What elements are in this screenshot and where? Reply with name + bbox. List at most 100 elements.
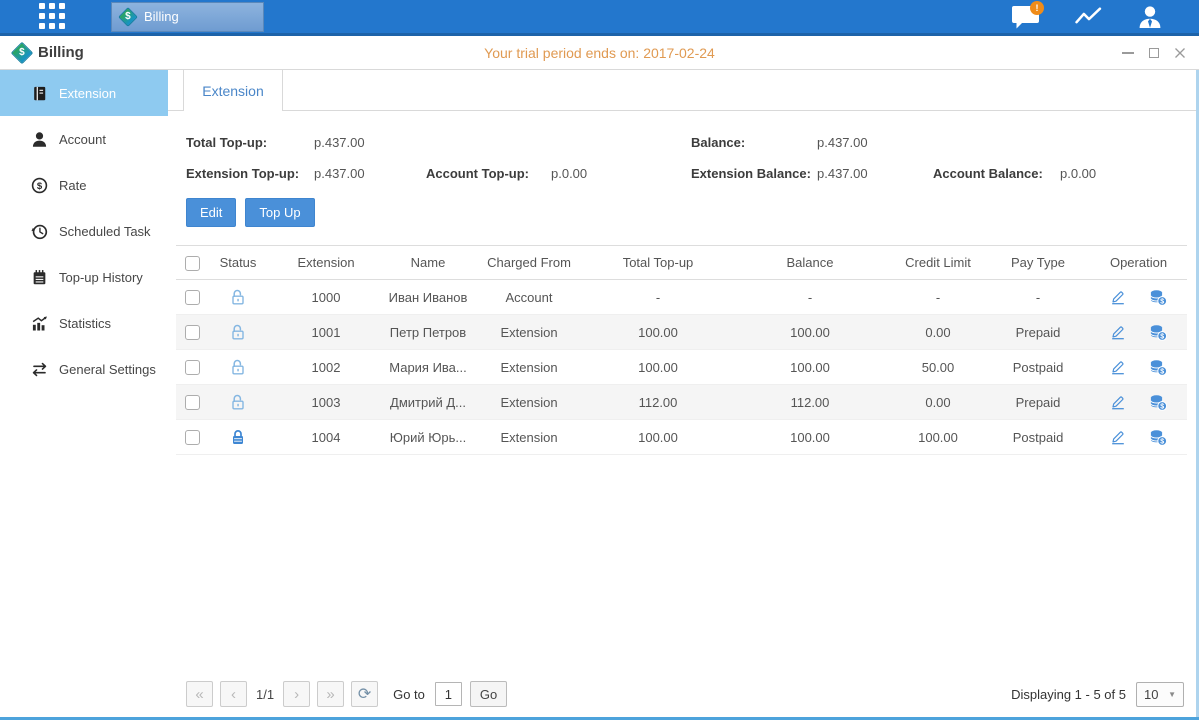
cell-pay-type: Postpaid <box>986 420 1090 455</box>
minimize-button[interactable] <box>1121 46 1135 60</box>
page-size-select[interactable]: 10 ▼ <box>1136 682 1184 707</box>
table-row: 1000 Иван Иванов Account - - - - <box>176 280 1187 315</box>
last-page-button[interactable]: » <box>317 681 344 707</box>
cell-credit-limit: - <box>890 280 986 315</box>
summary-panel: Total Top-up: p.437.00 Extension Top-up:… <box>186 127 1184 189</box>
sidebar-item-label: Extension <box>59 86 116 101</box>
toolbar: Edit Top Up <box>186 198 1184 227</box>
sidebar-item-scheduled-task[interactable]: Scheduled Task <box>0 208 168 254</box>
tab-bar: Extension <box>176 70 1184 111</box>
row-checkbox[interactable] <box>185 290 200 305</box>
cell-total-topup: - <box>586 280 730 315</box>
tab-extension[interactable]: Extension <box>183 70 283 111</box>
messages-icon[interactable]: ! <box>1010 4 1042 30</box>
edit-row-icon[interactable] <box>1110 324 1126 340</box>
edit-row-icon[interactable] <box>1110 289 1126 305</box>
table-row: 1002 Мария Ива... Extension 100.00 100.0… <box>176 350 1187 385</box>
top-up-button[interactable]: Top Up <box>245 198 314 227</box>
select-all-checkbox[interactable] <box>185 256 200 271</box>
topup-row-icon[interactable] <box>1149 289 1167 306</box>
edit-button[interactable]: Edit <box>186 198 236 227</box>
row-checkbox[interactable] <box>185 430 200 445</box>
edit-row-icon[interactable] <box>1110 359 1126 375</box>
table-row: 1003 Дмитрий Д... Extension 112.00 112.0… <box>176 385 1187 420</box>
displaying-text: Displaying 1 - 5 of 5 <box>1011 687 1126 702</box>
extensions-table: Status Extension Name Charged From Total… <box>176 245 1187 455</box>
locked-status-icon[interactable] <box>230 428 246 446</box>
row-checkbox[interactable] <box>185 395 200 410</box>
cell-pay-type: Prepaid <box>986 315 1090 350</box>
cell-balance: 100.00 <box>730 315 890 350</box>
cell-charged-from: Account <box>472 280 586 315</box>
row-checkbox[interactable] <box>185 325 200 340</box>
topup-row-icon[interactable] <box>1149 359 1167 376</box>
sidebar-item-rate[interactable]: Rate <box>0 162 168 208</box>
account-topup-label: Account Top-up: <box>426 166 551 181</box>
cell-total-topup: 100.00 <box>586 420 730 455</box>
cell-balance: 112.00 <box>730 385 890 420</box>
cell-pay-type: Prepaid <box>986 385 1090 420</box>
goto-page-input[interactable] <box>435 682 462 706</box>
main-content: Extension Total Top-up: p.437.00 Extensi… <box>168 70 1196 717</box>
app-window: $ Billing ! $ Billing Your trial period … <box>0 0 1199 720</box>
table-row: 1001 Петр Петров Extension 100.00 100.00… <box>176 315 1187 350</box>
balance-label: Balance: <box>691 135 817 150</box>
col-name: Name <box>384 246 472 280</box>
total-topup-label: Total Top-up: <box>186 135 314 150</box>
bar-chart-icon <box>31 315 48 332</box>
billing-app-icon: $ <box>118 7 138 27</box>
account-balance-label: Account Balance: <box>933 166 1060 181</box>
cell-extension: 1003 <box>268 385 384 420</box>
cell-charged-from: Extension <box>472 350 586 385</box>
cell-extension: 1002 <box>268 350 384 385</box>
go-button[interactable]: Go <box>470 681 507 707</box>
table-header-row: Status Extension Name Charged From Total… <box>176 246 1187 280</box>
edit-row-icon[interactable] <box>1110 394 1126 410</box>
sidebar-item-topup-history[interactable]: Top-up History <box>0 254 168 300</box>
billing-window-icon: $ <box>11 41 34 64</box>
extension-topup-value: p.437.00 <box>314 166 426 181</box>
cell-balance: 100.00 <box>730 420 890 455</box>
taskbar-item-billing[interactable]: $ Billing <box>111 2 264 32</box>
edit-row-icon[interactable] <box>1110 429 1126 445</box>
topup-row-icon[interactable] <box>1149 394 1167 411</box>
pagination-bar: « ‹ 1/1 › » ⟳ Go to Go Displaying 1 - 5 … <box>176 681 1184 707</box>
refresh-button[interactable]: ⟳ <box>351 681 378 707</box>
col-extension: Extension <box>268 246 384 280</box>
account-balance-value: p.0.00 <box>1060 166 1096 181</box>
balance-value: p.437.00 <box>817 135 868 150</box>
cell-total-topup: 112.00 <box>586 385 730 420</box>
sidebar-item-label: Scheduled Task <box>59 224 151 239</box>
cell-extension: 1001 <box>268 315 384 350</box>
unlocked-status-icon[interactable] <box>230 358 246 376</box>
cell-credit-limit: 50.00 <box>890 350 986 385</box>
topup-row-icon[interactable] <box>1149 324 1167 341</box>
maximize-button[interactable] <box>1147 46 1161 60</box>
topup-row-icon[interactable] <box>1149 429 1167 446</box>
extension-balance-value: p.437.00 <box>817 166 933 181</box>
first-page-button[interactable]: « <box>186 681 213 707</box>
sidebar-item-label: Statistics <box>59 316 111 331</box>
unlocked-status-icon[interactable] <box>230 323 246 341</box>
close-button[interactable] <box>1173 46 1187 60</box>
unlocked-status-icon[interactable] <box>230 288 246 306</box>
sidebar-item-label: General Settings <box>59 362 156 377</box>
sidebar-item-account[interactable]: Account <box>0 116 168 162</box>
window-title: Billing <box>38 44 84 61</box>
cell-credit-limit: 100.00 <box>890 420 986 455</box>
cell-name: Мария Ива... <box>384 350 472 385</box>
col-credit-limit: Credit Limit <box>890 246 986 280</box>
unlocked-status-icon[interactable] <box>230 393 246 411</box>
cell-balance: 100.00 <box>730 350 890 385</box>
resource-monitor-icon[interactable] <box>1072 4 1104 30</box>
user-account-icon[interactable] <box>1134 4 1166 30</box>
prev-page-button[interactable]: ‹ <box>220 681 247 707</box>
cell-credit-limit: 0.00 <box>890 315 986 350</box>
sidebar-item-label: Rate <box>59 178 86 193</box>
sidebar-item-statistics[interactable]: Statistics <box>0 300 168 346</box>
sidebar-item-general-settings[interactable]: General Settings <box>0 346 168 392</box>
next-page-button[interactable]: › <box>283 681 310 707</box>
sidebar-item-extension[interactable]: Extension <box>0 70 168 116</box>
app-launcher-icon[interactable] <box>39 3 66 30</box>
row-checkbox[interactable] <box>185 360 200 375</box>
